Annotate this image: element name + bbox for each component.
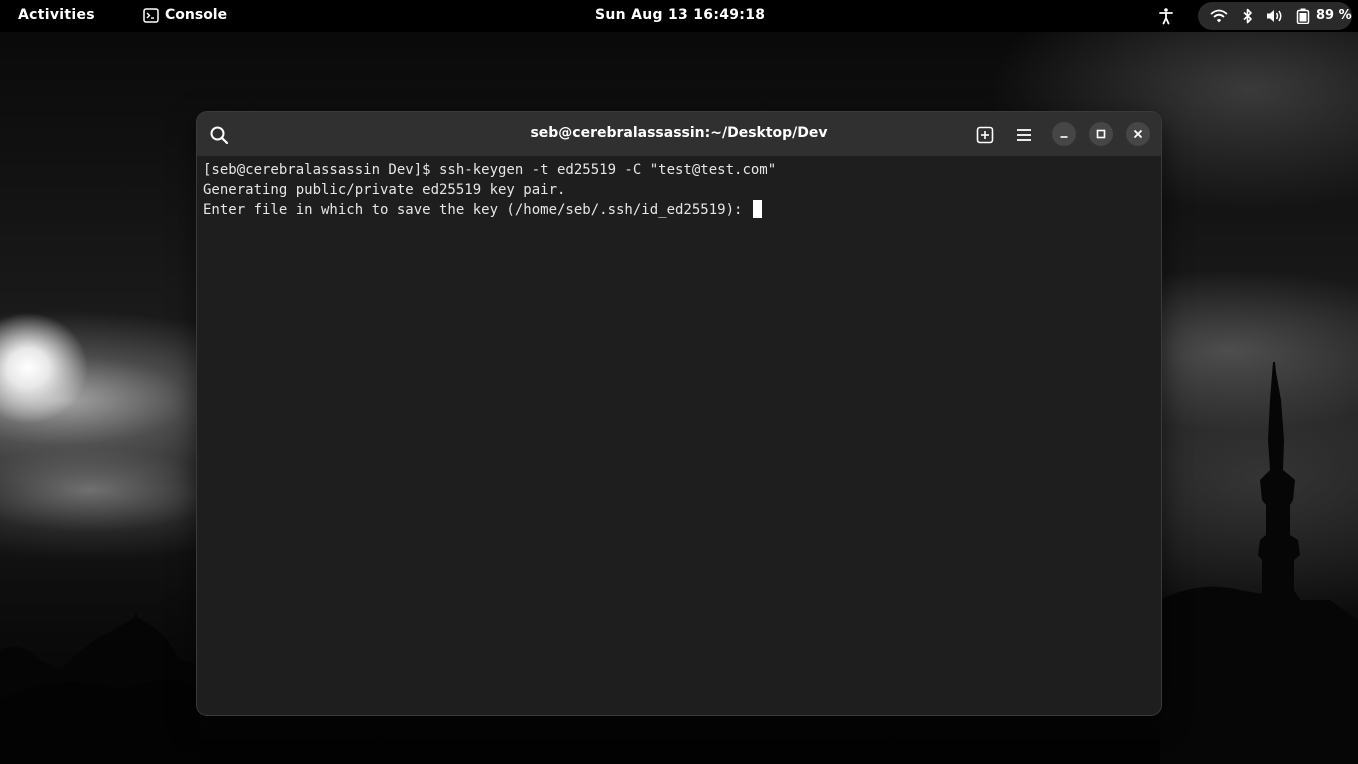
terminal-line-prompt: Enter file in which to save the key (/ho… [203, 200, 1153, 220]
terminal-prompt-text: Enter file in which to save the key (/ho… [203, 202, 751, 218]
terminal-window[interactable]: seb@cerebralassassin:~/Desktop/Dev [seb@… [197, 112, 1161, 715]
battery-icon [1296, 8, 1310, 25]
terminal-cursor[interactable] [752, 200, 762, 218]
top-bar: Activities Console Sun Aug 13 16:49:18 8… [0, 0, 1358, 32]
maximize-icon [1096, 129, 1106, 139]
terminal-line: Generating public/private ed25519 key pa… [203, 182, 566, 198]
search-icon[interactable] [207, 123, 231, 147]
app-menu-label: Console [165, 7, 228, 23]
app-menu[interactable]: Console [143, 7, 227, 23]
close-button[interactable] [1126, 122, 1150, 146]
accessibility-icon[interactable] [1157, 7, 1175, 25]
terminal-line: [seb@cerebralassassin Dev]$ ssh-keygen -… [203, 162, 777, 178]
volume-icon [1266, 8, 1284, 24]
clock[interactable]: Sun Aug 13 16:49:18 [595, 7, 765, 23]
activities-button[interactable]: Activities [18, 7, 95, 23]
minimize-button[interactable] [1052, 122, 1076, 146]
window-titlebar[interactable]: seb@cerebralassassin:~/Desktop/Dev [197, 112, 1161, 156]
system-status-menu[interactable]: 89 % [1198, 2, 1352, 30]
battery-percent: 89 % [1316, 8, 1352, 23]
hamburger-menu-icon[interactable] [1012, 123, 1036, 147]
close-icon [1133, 129, 1143, 139]
console-app-icon [143, 7, 159, 23]
bluetooth-icon [1239, 8, 1257, 24]
maximize-button[interactable] [1089, 122, 1113, 146]
wifi-icon [1210, 8, 1228, 24]
terminal-output[interactable]: [seb@cerebralassassin Dev]$ ssh-keygen -… [203, 160, 1153, 705]
new-tab-icon[interactable] [973, 123, 997, 147]
minimize-icon [1060, 136, 1068, 138]
